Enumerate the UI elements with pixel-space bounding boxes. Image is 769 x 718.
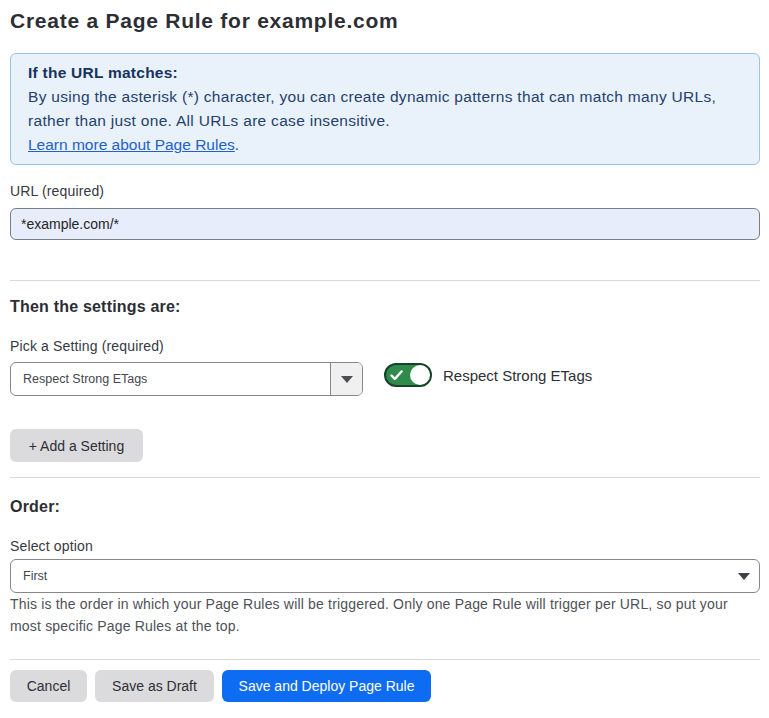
order-help-line: This is the order in which your Page Rul… <box>10 593 760 615</box>
learn-more-link[interactable]: Learn more about Page Rules <box>28 136 235 153</box>
info-box-link-line: Learn more about Page Rules. <box>28 133 742 157</box>
order-section-heading: Order: <box>10 498 60 516</box>
url-field-label: URL (required) <box>10 183 104 199</box>
select-option-label: Select option <box>10 538 93 554</box>
setting-dropdown[interactable]: Respect Strong ETags <box>10 362 363 396</box>
toggle-label: Respect Strong ETags <box>443 367 592 384</box>
page-title: Create a Page Rule for example.com <box>10 8 760 33</box>
order-help-line: most specific Page Rules at the top. <box>10 615 760 637</box>
link-period: . <box>235 136 239 153</box>
divider <box>10 477 760 478</box>
order-help-text: This is the order in which your Page Rul… <box>10 593 760 637</box>
create-page-rule-form: Create a Page Rule for example.com If th… <box>0 0 769 718</box>
chevron-down-icon <box>738 573 750 580</box>
setting-dropdown-button[interactable] <box>330 363 362 395</box>
order-select-value: First <box>11 569 738 583</box>
setting-row: Respect Strong ETags Respect Strong ETag… <box>10 362 760 396</box>
chevron-down-icon <box>341 376 353 383</box>
check-icon <box>390 370 403 381</box>
divider <box>10 280 760 281</box>
pick-setting-label: Pick a Setting (required) <box>10 338 164 354</box>
url-match-info-box: If the URL matches: By using the asteris… <box>10 53 760 165</box>
save-as-draft-button[interactable]: Save as Draft <box>95 670 214 702</box>
add-setting-button[interactable]: + Add a Setting <box>10 429 143 462</box>
footer-buttons: Cancel Save as Draft Save and Deploy Pag… <box>10 670 439 702</box>
info-box-line: rather than just one. All URLs are case … <box>28 109 742 133</box>
toggle-knob <box>410 365 430 385</box>
setting-dropdown-value: Respect Strong ETags <box>11 372 330 386</box>
info-box-heading: If the URL matches: <box>28 61 742 85</box>
divider <box>10 659 760 660</box>
settings-section-heading: Then the settings are: <box>10 298 181 316</box>
info-box-line: By using the asterisk (*) character, you… <box>28 85 742 109</box>
save-and-deploy-button[interactable]: Save and Deploy Page Rule <box>222 670 431 702</box>
url-input[interactable] <box>10 208 760 240</box>
respect-strong-etags-toggle[interactable] <box>384 363 432 387</box>
cancel-button[interactable]: Cancel <box>10 670 87 702</box>
order-select[interactable]: First <box>10 559 760 593</box>
setting-toggle-group: Respect Strong ETags <box>384 363 592 387</box>
